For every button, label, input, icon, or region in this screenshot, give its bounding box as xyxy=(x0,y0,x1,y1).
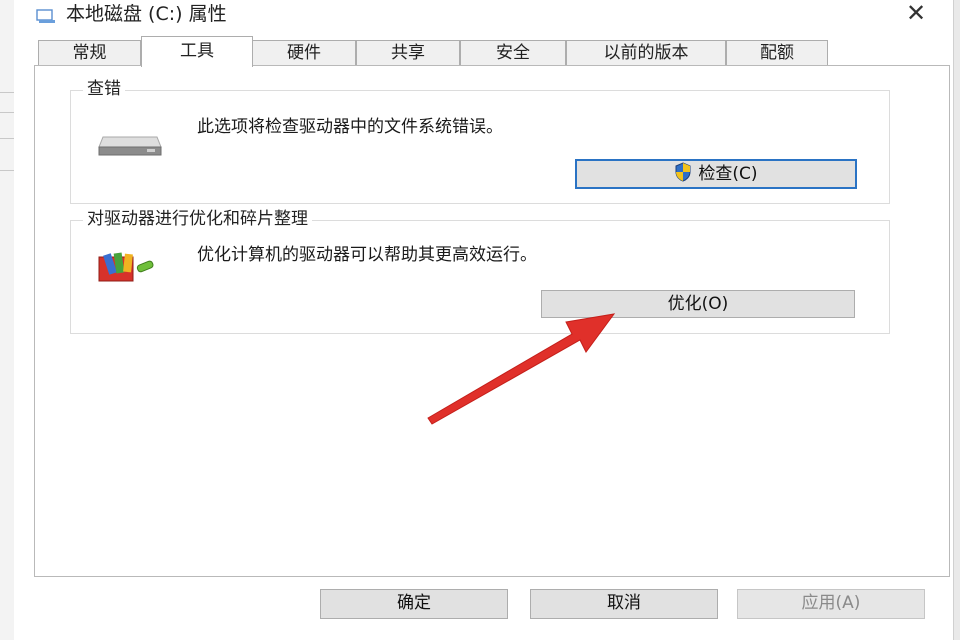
tab-previous-versions[interactable]: 以前的版本 xyxy=(566,40,726,65)
tools-tab-panel: 查错 此选项将检查驱动器中的文件系统错误。 检查(C) 对驱动器进行优化和碎片整… xyxy=(34,65,950,577)
tab-strip: 常规 工具 硬件 共享 安全 以前的版本 配额 xyxy=(38,36,838,67)
close-button[interactable]: ✕ xyxy=(898,0,934,28)
defrag-icon xyxy=(98,252,154,282)
error-checking-title: 查错 xyxy=(83,78,125,100)
error-checking-description: 此选项将检查驱动器中的文件系统错误。 xyxy=(197,117,503,137)
check-button[interactable]: 检查(C) xyxy=(575,159,857,189)
properties-dialog: 本地磁盘 (C:) 属性 ✕ 常规 工具 硬件 共享 安全 以前的版本 配额 查… xyxy=(14,0,952,640)
optimize-group: 对驱动器进行优化和碎片整理 优化计算机的驱动器可以帮助其更高效运行。 优化(O) xyxy=(70,208,890,334)
uac-shield-icon xyxy=(675,162,691,182)
optimize-title: 对驱动器进行优化和碎片整理 xyxy=(83,208,312,230)
error-checking-group: 查错 此选项将检查驱动器中的文件系统错误。 检查(C) xyxy=(70,78,890,204)
optimize-button[interactable]: 优化(O) xyxy=(541,290,855,318)
tab-hardware[interactable]: 硬件 xyxy=(252,40,356,65)
tab-general[interactable]: 常规 xyxy=(38,40,141,65)
tab-security[interactable]: 安全 xyxy=(460,40,566,65)
ok-button[interactable]: 确定 xyxy=(320,589,508,619)
title-bar[interactable]: 本地磁盘 (C:) 属性 ✕ xyxy=(14,0,952,32)
background-window-edge xyxy=(0,0,15,640)
cancel-button[interactable]: 取消 xyxy=(530,589,718,619)
tab-sharing[interactable]: 共享 xyxy=(356,40,460,65)
drive-icon xyxy=(98,136,162,156)
apply-button[interactable]: 应用(A) xyxy=(737,589,925,619)
tab-tools[interactable]: 工具 xyxy=(141,36,253,67)
check-button-label: 检查(C) xyxy=(698,164,758,184)
window-title: 本地磁盘 (C:) 属性 xyxy=(66,3,227,25)
optimize-description: 优化计算机的驱动器可以帮助其更高效运行。 xyxy=(197,245,537,265)
drive-icon xyxy=(36,9,55,23)
background-window-edge-right xyxy=(953,0,960,640)
tab-quota[interactable]: 配额 xyxy=(726,40,828,65)
